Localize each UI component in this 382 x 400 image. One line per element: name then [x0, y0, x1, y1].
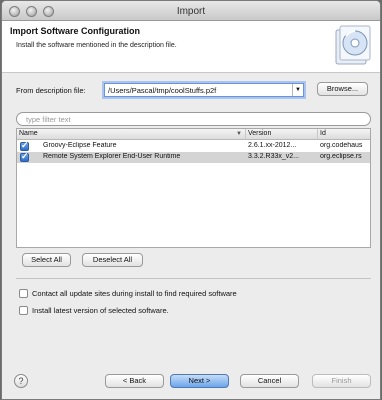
help-icon[interactable]: ?	[14, 374, 28, 388]
row-checkbox[interactable]	[20, 140, 29, 151]
divider	[16, 278, 371, 279]
source-label: From description file:	[16, 86, 86, 95]
import-dialog: Import Import Software Configuration Ins…	[1, 0, 381, 400]
install-cd-icon	[335, 25, 371, 65]
row-version: 2.6.1.xx-2012...	[248, 142, 297, 149]
install-latest-checkbox[interactable]	[19, 306, 28, 315]
column-header-id[interactable]: Id	[318, 129, 370, 140]
table-row[interactable]: Remote System Explorer End-User Runtime …	[17, 151, 370, 163]
table-row[interactable]: Groovy-Eclipse Feature 2.6.1.xx-2012... …	[17, 140, 370, 152]
deselect-all-button[interactable]: Deselect All	[82, 253, 143, 267]
description-file-value: /Users/Pascal/tmp/coolStuffs.p2f	[108, 86, 217, 95]
next-button[interactable]: Next >	[170, 374, 229, 388]
window-title: Import	[176, 6, 206, 17]
row-name: Remote System Explorer End-User Runtime	[43, 153, 181, 160]
dropdown-arrow-icon[interactable]: ▼	[292, 84, 303, 96]
sort-arrow-icon: ▼	[236, 131, 242, 137]
filter-input[interactable]: type filter text	[16, 112, 371, 126]
wizard-header: Import Software Configuration Install th…	[2, 21, 380, 73]
install-latest-label: Install latest version of selected softw…	[32, 306, 169, 315]
description-file-combo[interactable]: /Users/Pascal/tmp/coolStuffs.p2f ▼	[104, 83, 304, 97]
finish-button[interactable]: Finish	[312, 374, 371, 388]
row-id: org.eclipse.rs	[320, 153, 362, 160]
cancel-button[interactable]: Cancel	[240, 374, 299, 388]
row-checkbox[interactable]	[20, 151, 29, 162]
row-version: 3.3.2.R33x_v2...	[248, 153, 299, 160]
back-button[interactable]: < Back	[105, 374, 164, 388]
contact-update-sites-label: Contact all update sites during install …	[32, 289, 237, 298]
row-id: org.codehaus	[320, 142, 363, 149]
browse-button[interactable]: Browse...	[317, 82, 368, 96]
column-header-name[interactable]: Name ▼	[17, 129, 246, 140]
software-table: Name ▼ Version Id Groovy-Eclipse Feature…	[16, 128, 371, 248]
page-title: Import Software Configuration	[10, 26, 140, 36]
title-bar: Import	[2, 1, 380, 21]
row-name: Groovy-Eclipse Feature	[43, 142, 117, 149]
column-header-version[interactable]: Version	[246, 129, 318, 140]
page-description: Install the software mentioned in the de…	[16, 42, 177, 49]
select-all-button[interactable]: Select All	[22, 253, 71, 267]
contact-update-sites-checkbox[interactable]	[19, 289, 28, 298]
